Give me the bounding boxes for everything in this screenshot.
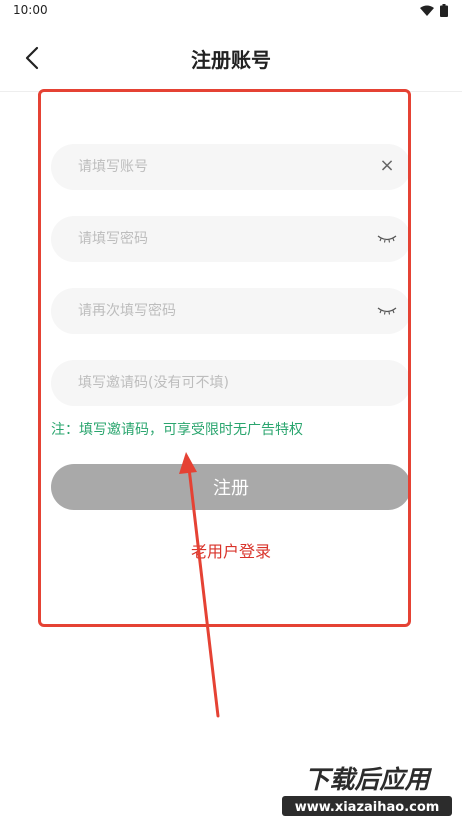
svg-text:www.xiazaihao.com: www.xiazaihao.com	[295, 800, 440, 815]
app-header: 注册账号	[0, 24, 462, 92]
svg-text:下载后应用: 下载后应用	[304, 765, 432, 794]
wifi-icon	[420, 5, 434, 16]
status-time: 10:00	[13, 3, 48, 17]
status-bar: 10:00	[0, 0, 462, 24]
watermark-logo: 下载后应用 www.xiazaihao.com	[276, 758, 458, 820]
annotation-highlight-box	[38, 89, 411, 627]
status-icons	[420, 4, 448, 17]
battery-icon	[440, 4, 448, 17]
page-title: 注册账号	[191, 48, 271, 72]
